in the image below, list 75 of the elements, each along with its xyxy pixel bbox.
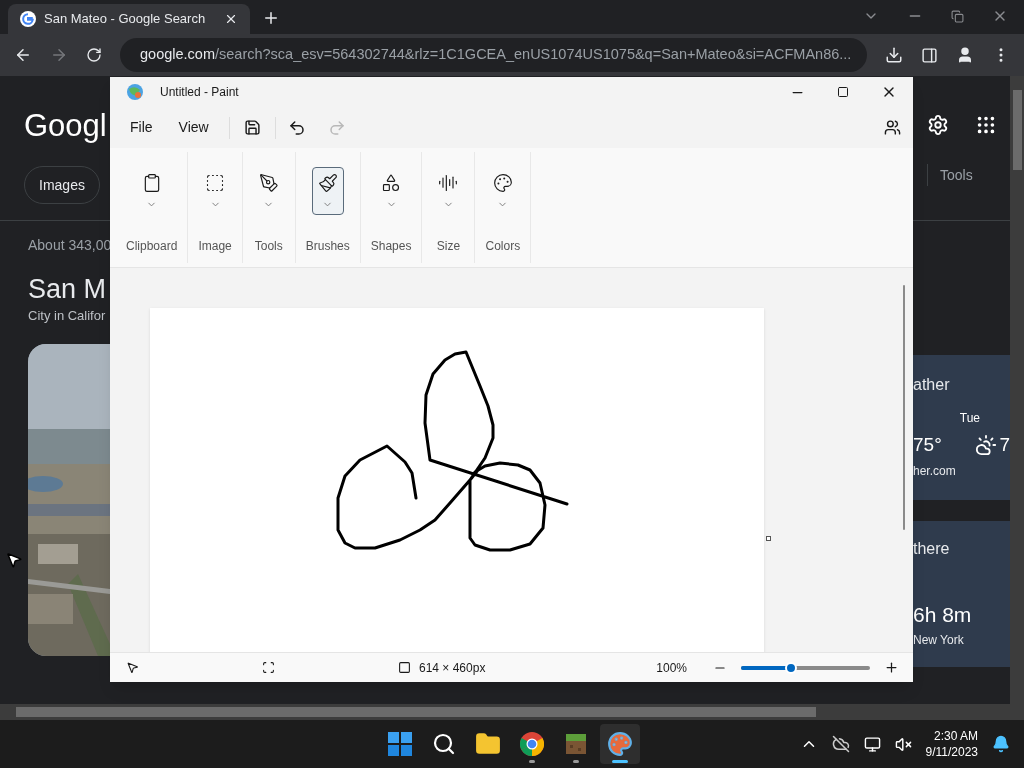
horizontal-scrollbar[interactable]: [0, 704, 1024, 720]
shapes-icon: [381, 172, 402, 193]
search-icon: [432, 732, 456, 756]
canvas-size-icon: [398, 661, 411, 674]
tools-link[interactable]: Tools: [940, 164, 973, 186]
result-subtitle: City in Califor: [28, 307, 107, 325]
new-tab-icon[interactable]: [262, 9, 280, 27]
result-count: About 343,00: [28, 236, 110, 255]
chrome-icon: [520, 732, 544, 756]
clock[interactable]: 2:30 AM 9/11/2023: [925, 728, 978, 760]
resize-handle[interactable]: [766, 536, 771, 541]
save-icon[interactable]: [243, 119, 261, 136]
paint-palette-icon: [607, 731, 633, 757]
brush-icon: [317, 172, 338, 193]
network-icon[interactable]: [863, 735, 881, 753]
download-icon[interactable]: [885, 46, 903, 64]
travel-heading: there: [913, 539, 951, 559]
tab-title: San Mateo - Google Search: [44, 10, 207, 29]
notification-bell-icon[interactable]: [992, 735, 1010, 753]
ribbon-group-label: Clipboard: [126, 238, 178, 255]
window-title: Untitled - Paint: [160, 84, 239, 101]
menu-item[interactable]: File: [124, 117, 159, 138]
forecast-day: Tue: [959, 409, 980, 427]
folder-icon: [475, 731, 501, 757]
vertical-scrollbar[interactable]: [1010, 76, 1024, 704]
address-bar[interactable]: google.com/search?sca_esv=564302744&rlz=1C1GCEA_enUS1074US1075&q=San+Mateo&si=ACFMAn86...: [120, 38, 867, 72]
apps-grid-icon[interactable]: [975, 114, 997, 136]
dashed-square-icon: [205, 172, 226, 193]
travel-card[interactable]: there 6h 8m New York: [913, 521, 1010, 667]
google-g-icon: [20, 11, 36, 27]
restore-icon[interactable]: [951, 9, 964, 23]
maximize-icon[interactable]: [837, 86, 849, 98]
close-icon[interactable]: [224, 12, 238, 26]
cloud-off-icon[interactable]: [831, 735, 850, 753]
reload-icon[interactable]: [86, 47, 102, 63]
muted-speaker-icon[interactable]: [894, 735, 912, 753]
result-title: San M: [28, 273, 108, 306]
mouse-cursor-icon: [5, 551, 23, 569]
ribbon-group-label: Brushes: [305, 238, 350, 255]
browser-tab[interactable]: San Mateo - Google Search: [8, 4, 250, 34]
travel-duration: 6h 8m: [913, 602, 973, 628]
ribbon-group-label: Size: [436, 238, 461, 255]
google-logo[interactable]: Googl: [24, 108, 107, 144]
zoom-in-icon[interactable]: [884, 660, 899, 675]
ribbon-tool-button[interactable]: [311, 167, 344, 215]
menu-item[interactable]: View: [172, 117, 215, 138]
pointer-icon: [126, 661, 139, 674]
side-panel-icon[interactable]: [921, 46, 938, 64]
weather-heading: ather: [913, 375, 951, 395]
palette-icon: [492, 172, 513, 193]
grass-block-icon: [564, 732, 588, 756]
undo-icon[interactable]: [287, 118, 306, 137]
people-icon[interactable]: [884, 119, 901, 136]
weather-card[interactable]: ather Tue 75° 7 her.com: [913, 355, 1010, 500]
forecast-temperature: 7: [999, 433, 1010, 457]
weather-source: her.com: [913, 462, 957, 480]
temperature: 75°: [913, 433, 942, 457]
forward-icon[interactable]: [50, 46, 68, 64]
url-text: google.com/search?sca_esv=564302744&rlz=1C1GCEA_enUS1074US1075&q=San+Mateo&si=ACFMAn86...: [140, 45, 852, 65]
partly-cloudy-icon: [975, 434, 998, 457]
ribbon-group-label: Colors: [485, 238, 521, 255]
taskbar-app-button[interactable]: [600, 724, 640, 764]
canvas-size-text: 614 × 460px: [419, 659, 486, 677]
travel-destination: New York: [913, 631, 965, 649]
windows-logo-icon: [388, 732, 412, 756]
canvas-scrollbar[interactable]: [903, 285, 905, 530]
ribbon-group-label: Tools: [254, 238, 283, 255]
ribbon-group-label: Shapes: [370, 238, 412, 255]
selection-icon: [262, 661, 275, 674]
zoom-percentage: 100%: [656, 659, 687, 677]
profile-icon[interactable]: [956, 46, 974, 64]
ribbon-group-label: Image: [198, 238, 232, 255]
back-icon[interactable]: [14, 46, 32, 64]
settings-icon[interactable]: [927, 114, 949, 136]
paint-app-icon: [126, 83, 144, 101]
